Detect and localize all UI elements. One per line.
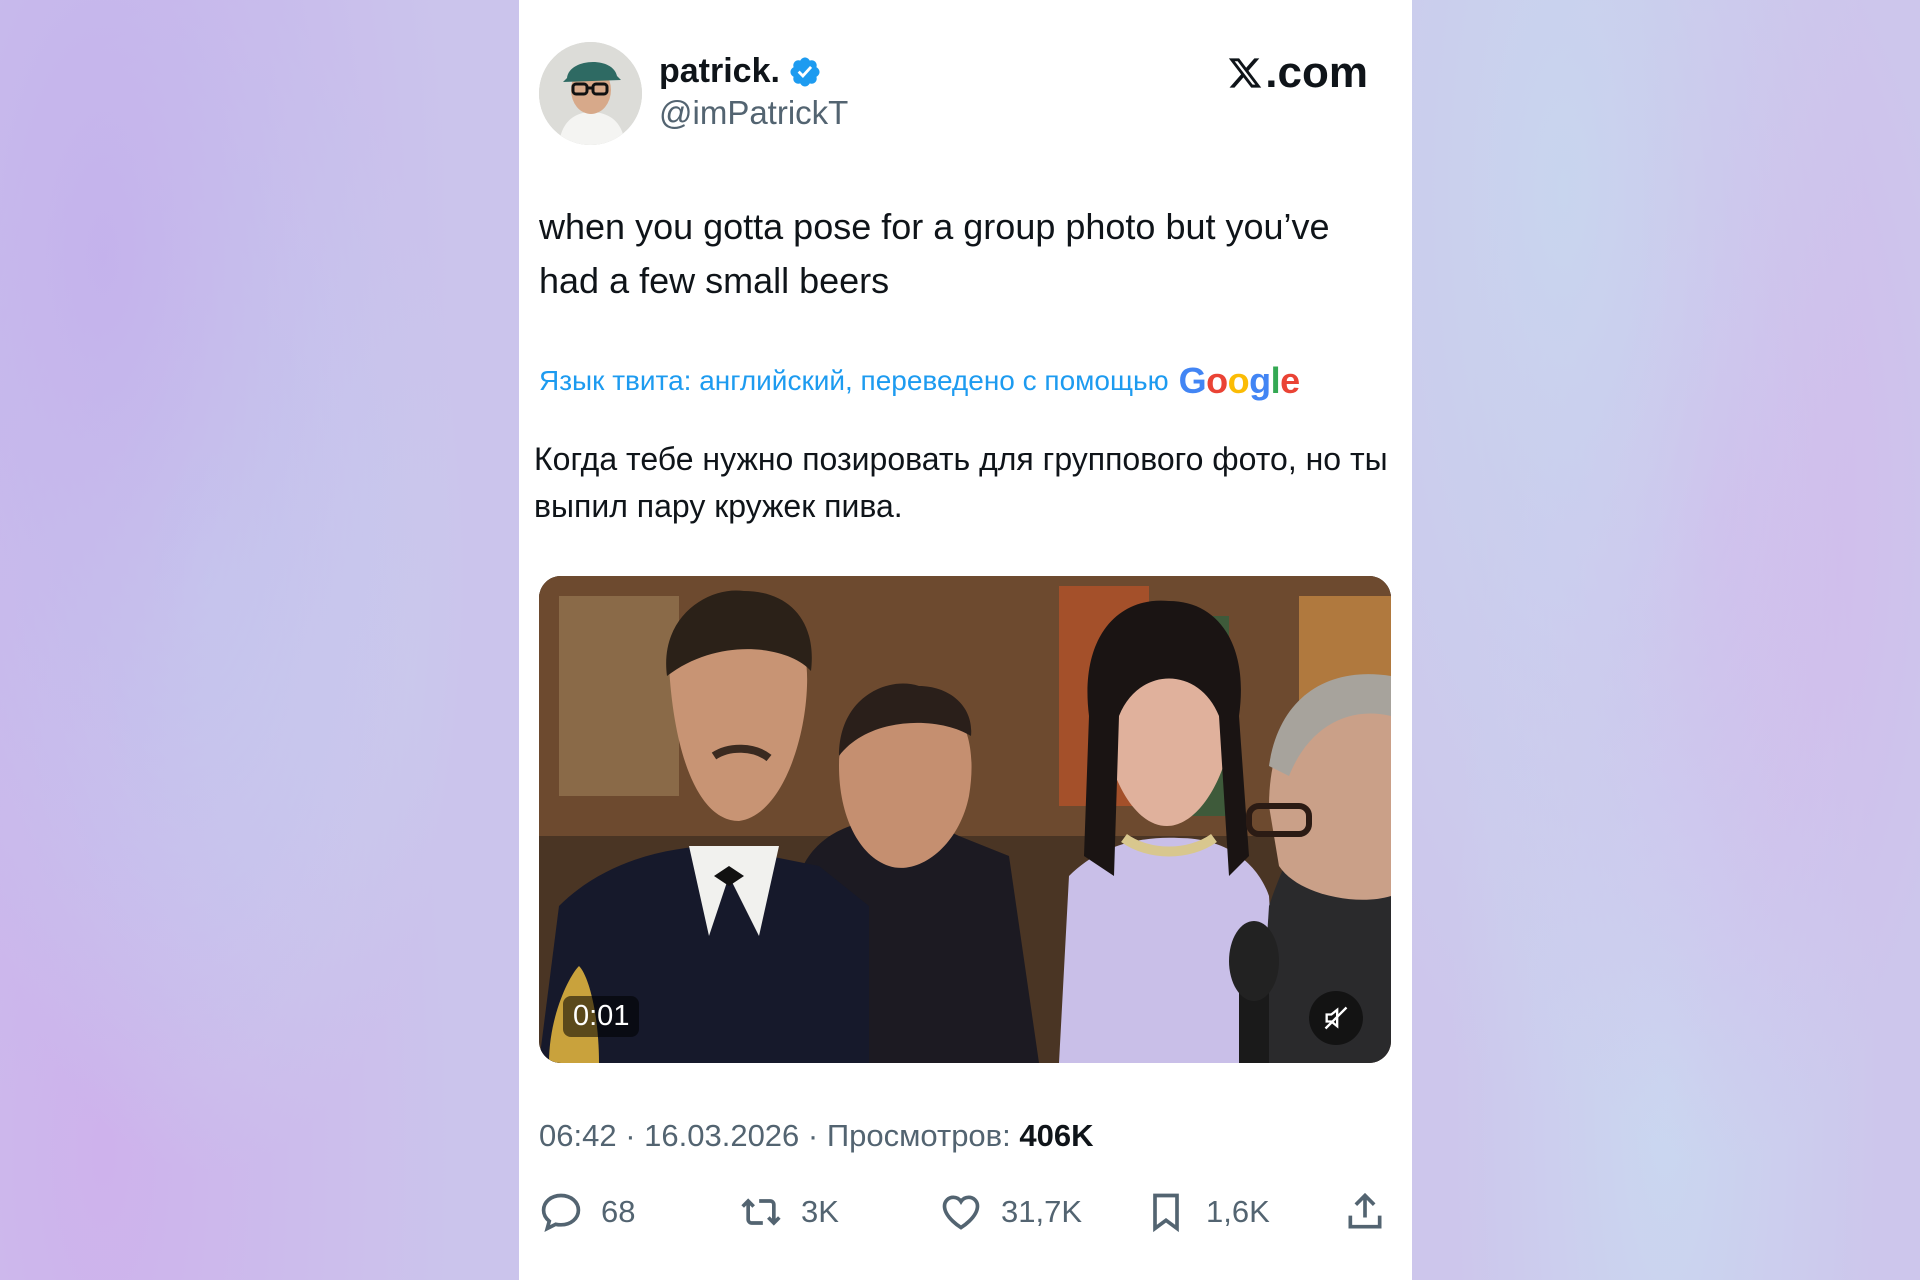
author-name-row[interactable]: patrick.	[659, 52, 822, 91]
meta-separator: ·	[807, 1118, 827, 1153]
like-icon	[942, 1195, 980, 1230]
x-logo-icon	[1229, 58, 1262, 88]
tweet-time[interactable]: 06:42	[539, 1118, 617, 1153]
like-count: 31,7K	[1001, 1194, 1083, 1229]
translation-label[interactable]: Язык твита: английский, переведено с пом…	[539, 365, 1169, 397]
display-name[interactable]: patrick.	[659, 52, 780, 91]
verified-badge-icon	[790, 56, 820, 87]
bookmark-button[interactable]: 1,6K	[1144, 1190, 1270, 1234]
translated-text: Когда тебе нужно позировать для группово…	[534, 441, 1388, 524]
share-icon	[1348, 1192, 1382, 1229]
site-logo: .com	[1227, 48, 1368, 98]
author-handle[interactable]: @imPatrickT	[659, 94, 848, 132]
tweet-actions: 68 3K 31,7K 1,6K	[539, 1190, 1399, 1240]
mute-button[interactable]	[1309, 991, 1363, 1045]
video-time-badge: 0:01	[563, 996, 640, 1037]
video-player[interactable]: 0:01	[539, 576, 1391, 1063]
google-logo: Google	[1178, 360, 1301, 401]
tweet-date[interactable]: 16.03.2026	[644, 1118, 799, 1153]
repost-button[interactable]: 3K	[739, 1190, 839, 1234]
background-left	[0, 0, 519, 1280]
bookmark-icon	[1153, 1193, 1179, 1233]
bookmark-count: 1,6K	[1206, 1194, 1270, 1229]
avatar[interactable]	[539, 42, 642, 145]
video-frame	[539, 576, 1391, 1063]
site-domain: .com	[1265, 48, 1368, 97]
repost-count: 3K	[801, 1194, 839, 1229]
reply-icon	[541, 1193, 581, 1232]
views-label: Просмотров:	[826, 1118, 1011, 1153]
reply-count: 68	[601, 1194, 636, 1229]
like-button[interactable]: 31,7K	[939, 1190, 1082, 1234]
tweet-card: patrick. @imPatrickT .com when you gotta…	[519, 0, 1412, 1280]
meta-separator: ·	[625, 1118, 645, 1153]
mute-icon	[1324, 1006, 1348, 1030]
share-button[interactable]	[1343, 1190, 1405, 1234]
repost-icon	[741, 1198, 781, 1226]
translation-notice: Язык твита: английский, переведено с пом…	[539, 360, 1300, 402]
background-right	[1412, 0, 1920, 1280]
reply-button[interactable]: 68	[539, 1190, 635, 1234]
views-count: 406K	[1019, 1118, 1094, 1153]
tweet-text: when you gotta pose for a group photo bu…	[539, 206, 1330, 301]
tweet-meta: 06:42 · 16.03.2026 · Просмотров: 406K	[539, 1118, 1094, 1154]
